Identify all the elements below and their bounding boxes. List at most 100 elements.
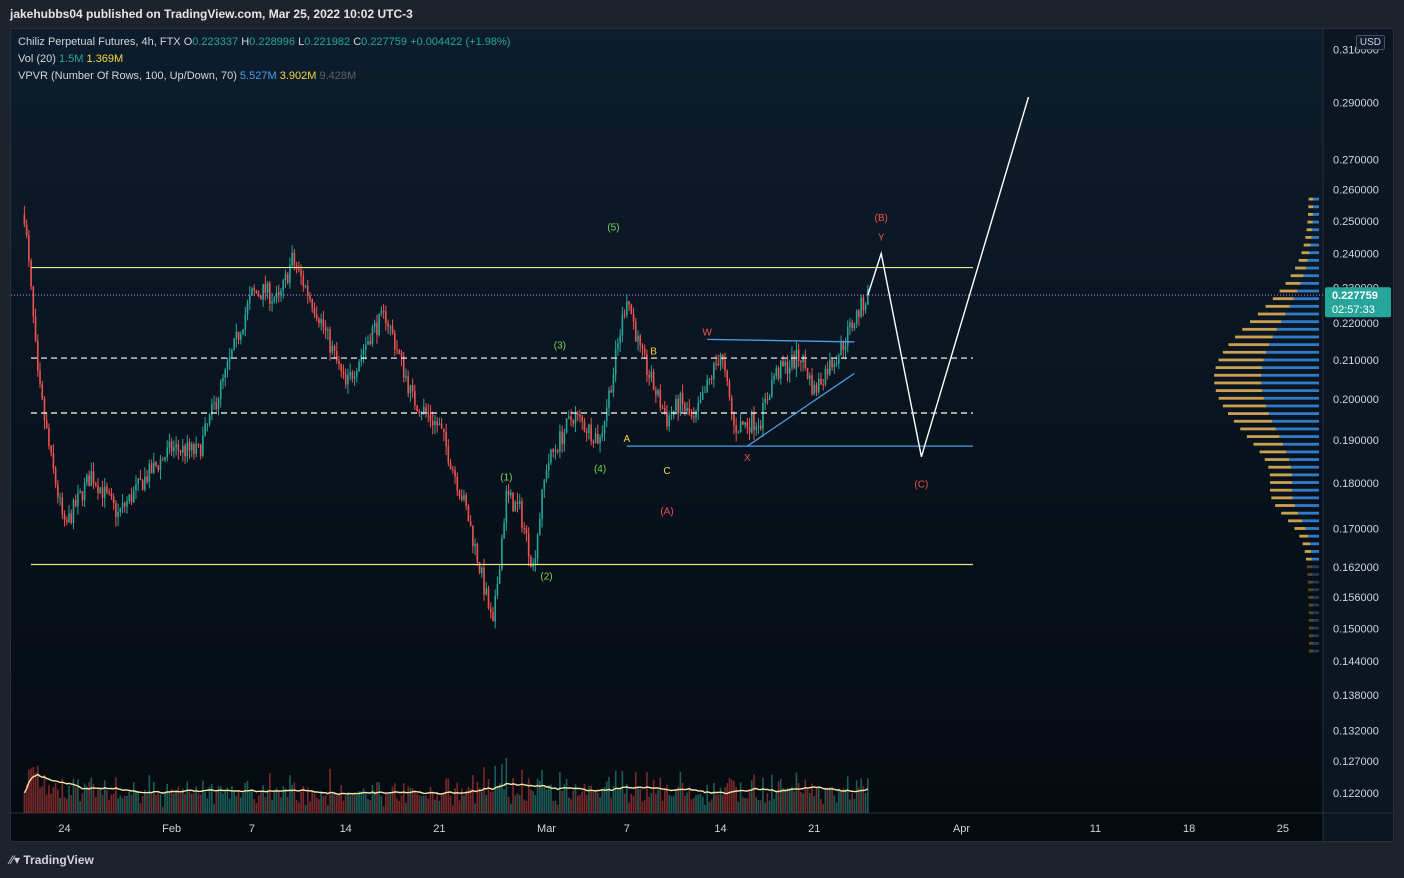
vpvr-down-bar xyxy=(1215,389,1263,393)
volume-bar xyxy=(655,793,657,813)
candle-body xyxy=(264,284,267,293)
candle-body xyxy=(74,500,77,507)
candle-body xyxy=(735,425,737,433)
vpvr-up-bar xyxy=(1262,389,1319,393)
candle-body xyxy=(110,493,113,497)
candle-body xyxy=(130,494,133,503)
candle-body xyxy=(775,367,778,377)
volume-bar xyxy=(81,793,84,813)
candle-body xyxy=(391,326,394,334)
candle-body xyxy=(405,376,407,378)
volume-bar xyxy=(402,783,405,813)
vpvr-down-bar xyxy=(1235,335,1273,339)
candle-body xyxy=(496,583,499,596)
candle-body xyxy=(498,569,501,584)
volume-bar xyxy=(36,765,39,813)
volume-bar xyxy=(280,797,282,813)
volume-bar xyxy=(83,783,86,813)
vpvr-down-bar xyxy=(1288,519,1303,523)
volume-bar xyxy=(311,791,314,813)
candle-body xyxy=(753,413,755,431)
vpvr-up-bar xyxy=(1312,228,1319,232)
price-tick-label: 0.156000 xyxy=(1333,592,1379,604)
volume-bar xyxy=(697,794,700,813)
candle-body xyxy=(344,373,347,385)
candle-body xyxy=(726,370,729,382)
currency-button[interactable]: USD xyxy=(1355,35,1385,50)
vpvr-up-bar xyxy=(1307,258,1319,262)
vpvr-down-bar xyxy=(1215,366,1263,370)
candle-body xyxy=(481,567,483,573)
vpvr-up-bar xyxy=(1291,465,1319,469)
candle-body xyxy=(536,534,539,559)
candle-body xyxy=(119,508,122,512)
vpvr-down-bar xyxy=(1306,557,1312,561)
volume-bar xyxy=(344,794,347,813)
candle-body xyxy=(309,295,311,299)
vpvr-up-bar xyxy=(1311,235,1319,239)
vpvr-down-bar xyxy=(1218,358,1264,362)
candle-body xyxy=(97,485,99,494)
volume-bar xyxy=(434,799,436,813)
vpvr-down-bar xyxy=(1308,634,1314,638)
candle-body xyxy=(514,501,517,512)
tradingview-logo[interactable]: ⁄⁄▾ TradingView xyxy=(10,853,94,867)
volume-bar xyxy=(77,779,79,813)
countdown-label: 02:57:33 xyxy=(1332,304,1375,316)
candle-body xyxy=(83,482,86,501)
volume-bar xyxy=(59,797,61,813)
candle-body xyxy=(385,311,387,324)
candle-body xyxy=(713,363,715,379)
vpvr-down-bar xyxy=(1308,197,1314,201)
candle-body xyxy=(737,432,740,434)
candle-body xyxy=(300,269,302,276)
candle-body xyxy=(516,501,519,504)
volume-bar xyxy=(141,795,144,813)
volume-bar xyxy=(643,799,646,813)
candle-body xyxy=(50,445,52,453)
vpvr-down-bar xyxy=(1306,565,1313,569)
chart-frame[interactable]: (1) (2) (3) (4) (5) A B C (A) W X (B) Y (C) 0.310000 0.… xyxy=(10,28,1394,842)
volume-bar xyxy=(806,789,809,813)
volume-bar xyxy=(202,780,204,813)
candle-body xyxy=(684,403,686,412)
volume-bar xyxy=(481,792,483,813)
volume-bar xyxy=(228,798,231,813)
time-tick-label: 11 xyxy=(1090,823,1101,835)
candle-body xyxy=(447,446,450,463)
candle-body xyxy=(603,420,606,434)
candle-body xyxy=(132,490,135,503)
wave-label: W xyxy=(702,328,712,339)
volume-label: Vol (20) xyxy=(18,53,56,65)
candle-body xyxy=(583,421,586,432)
time-tick-label: Feb xyxy=(162,823,181,835)
volume-bar xyxy=(211,784,213,813)
volume-bar xyxy=(360,791,363,813)
price-tick-label: 0.132000 xyxy=(1333,725,1379,737)
candle-body xyxy=(844,345,847,351)
candle-body xyxy=(266,282,269,293)
chart-svg[interactable]: (1)(2)(3)(4)(5)ABC(A)WX(B)Y(C)0.3100000.… xyxy=(11,29,1393,841)
volume-bar xyxy=(284,788,287,813)
volume-bar xyxy=(576,795,579,813)
volume-bar xyxy=(170,789,173,813)
volume-bar xyxy=(552,800,555,813)
vpvr-down-bar xyxy=(1214,373,1262,377)
volume-bar xyxy=(121,798,124,813)
volume-bar xyxy=(119,795,122,813)
volume-bar xyxy=(45,794,48,813)
candle-body xyxy=(733,414,735,426)
volume-bar xyxy=(291,784,293,813)
volume-bar xyxy=(496,786,499,813)
candle-body xyxy=(382,310,385,312)
candle-body xyxy=(675,398,677,411)
volume-bar xyxy=(391,786,394,813)
volume-bar xyxy=(88,782,90,813)
candle-body xyxy=(849,322,851,328)
candle-body xyxy=(387,323,389,327)
candle-body xyxy=(318,318,320,324)
volume-bar xyxy=(556,804,559,813)
volume-bar xyxy=(842,788,845,813)
vpvr-up-bar xyxy=(1292,496,1319,500)
volume-bar xyxy=(418,795,421,813)
